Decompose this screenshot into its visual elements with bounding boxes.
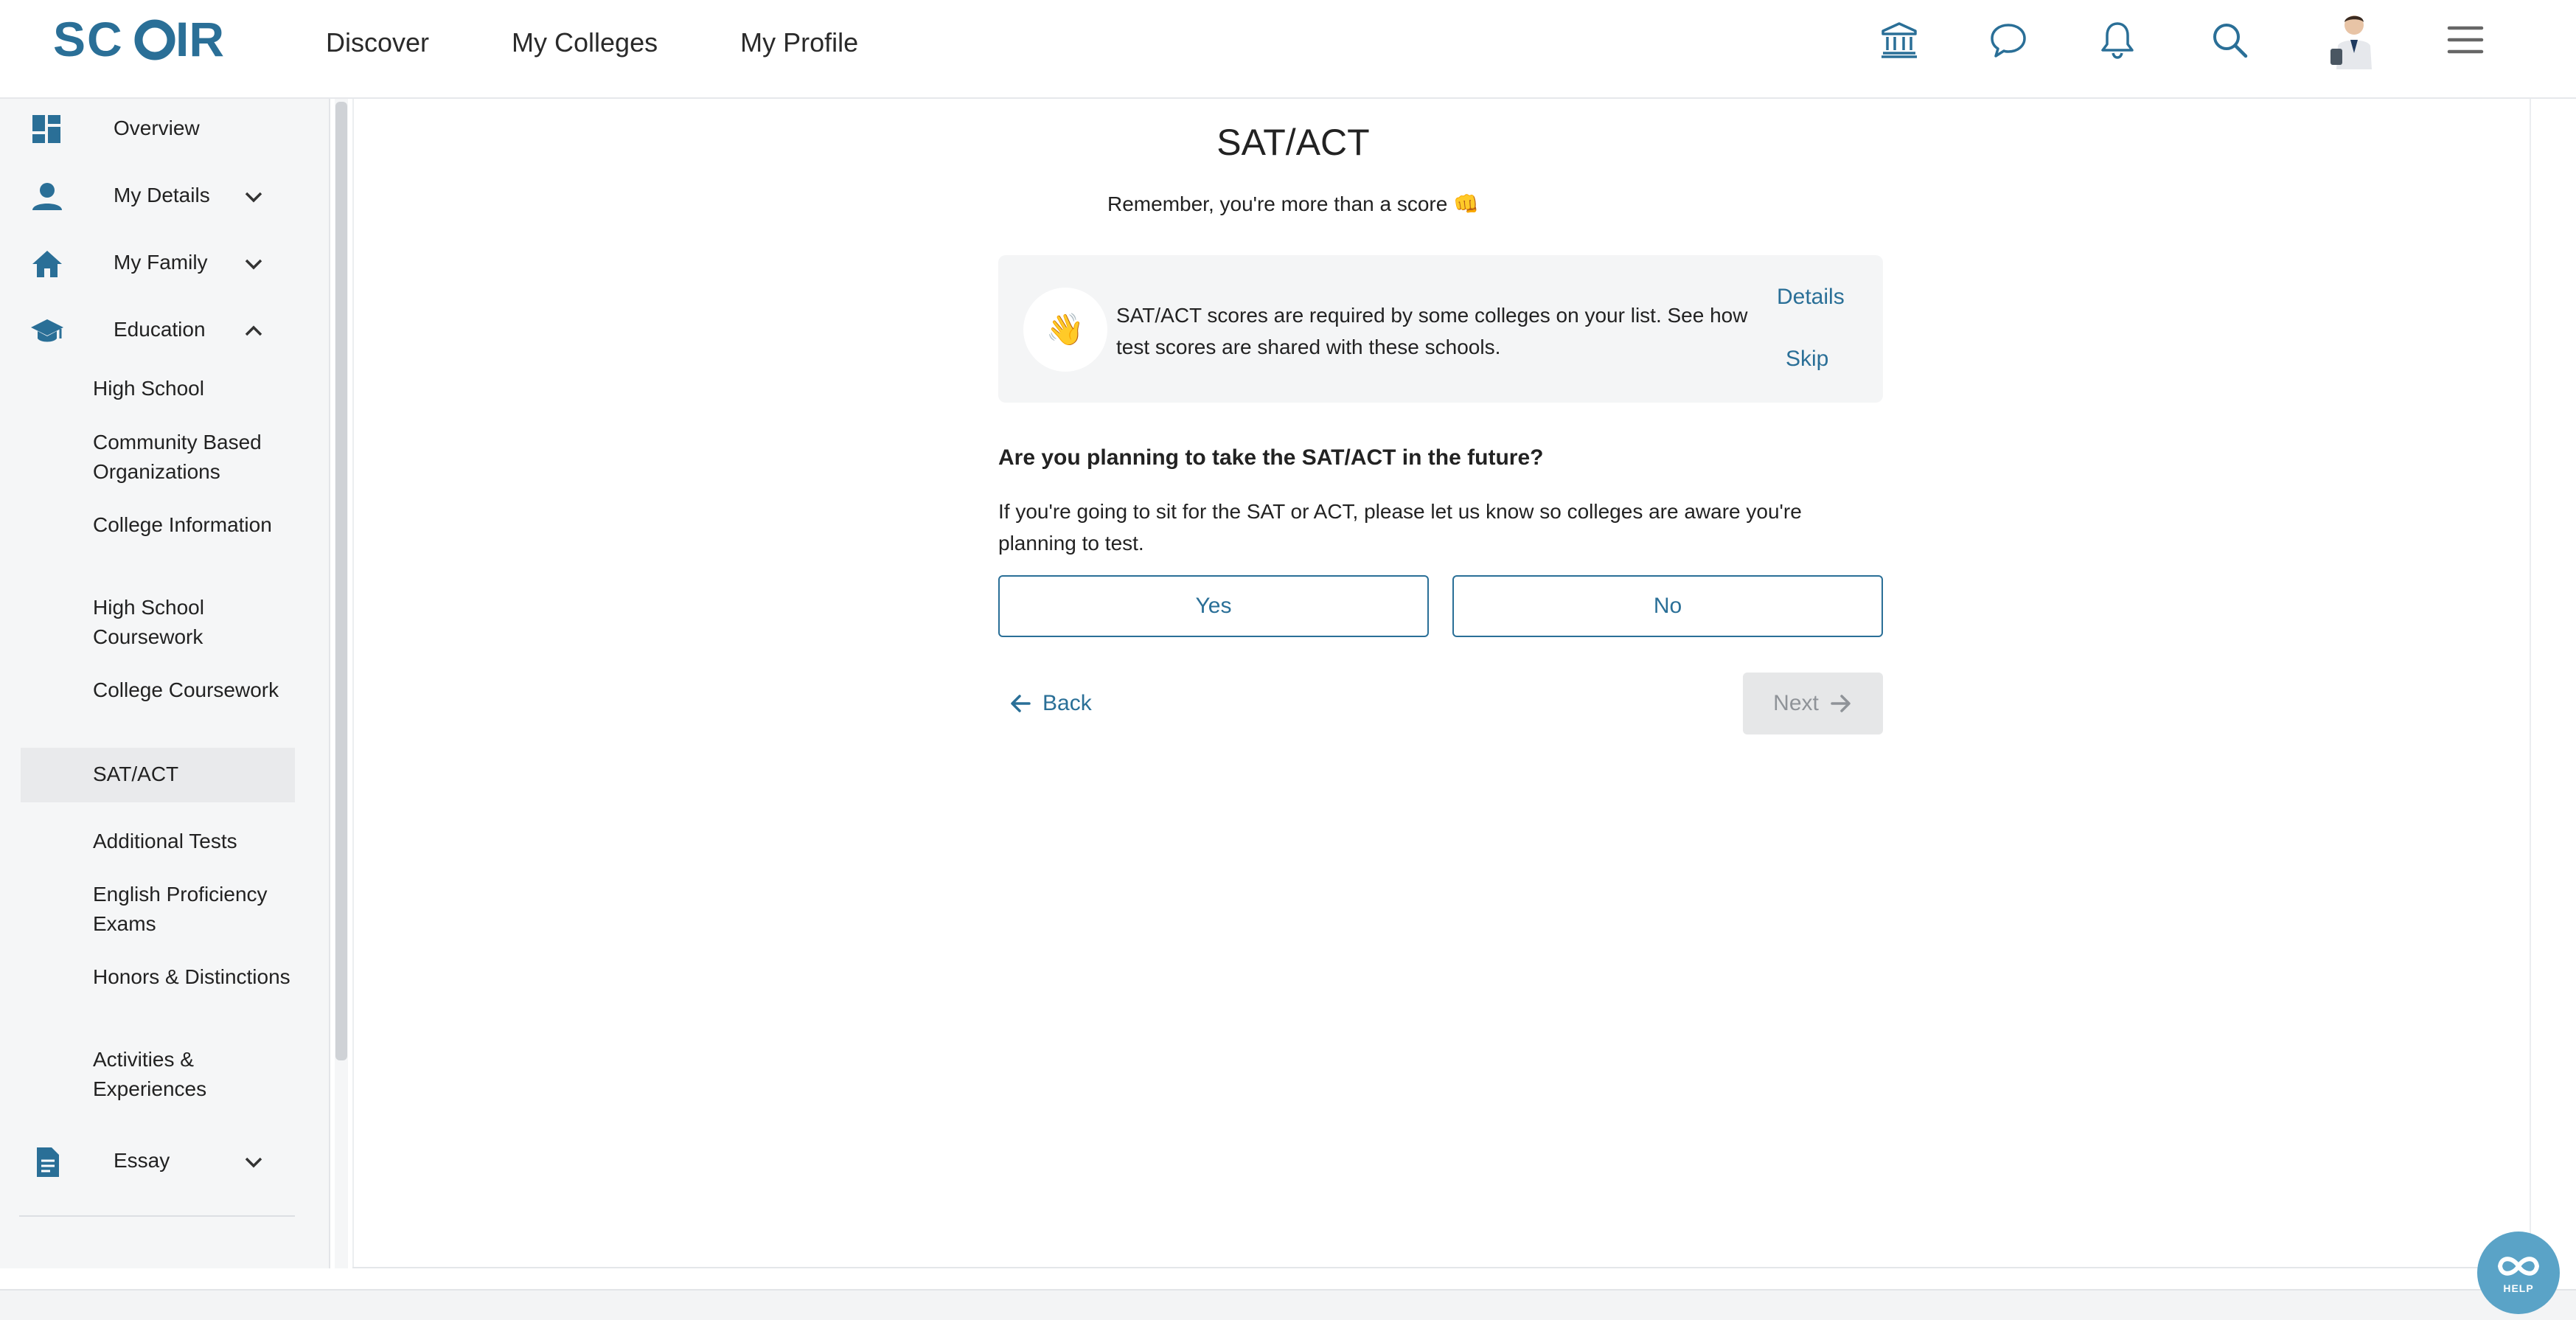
sidebar-item-my-details[interactable]: My Details [0, 169, 330, 222]
no-button[interactable]: No [1452, 575, 1883, 637]
content-bottom-border [352, 1267, 2531, 1268]
waving-hand-icon: 👋 [1023, 288, 1107, 372]
chevron-down-icon[interactable] [242, 1150, 265, 1174]
sidebar-item-essay[interactable]: Essay [0, 1134, 330, 1187]
back-button[interactable]: Back [1009, 689, 1092, 718]
back-label: Back [1042, 691, 1092, 715]
search-icon[interactable] [2209, 19, 2250, 60]
sidebar-item-label: My Details [114, 184, 210, 206]
sidebar-scrollbar-thumb[interactable] [335, 102, 347, 1060]
primary-nav: Discover My Colleges My Profile [326, 0, 941, 86]
details-link[interactable]: Details [1777, 285, 1845, 310]
arrow-right-icon [1831, 695, 1851, 712]
arrow-left-icon [1011, 695, 1031, 712]
sidebar-subitem-community-based-organizations[interactable]: Community Based Organizations [21, 428, 295, 487]
sidebar-subitem-high-school-coursework[interactable]: High School Coursework [21, 593, 295, 652]
nav-my-colleges[interactable]: My Colleges [512, 27, 658, 58]
sidebar-item-overview[interactable]: Overview [0, 102, 330, 155]
person-icon [32, 183, 62, 210]
sidebar-subitem-high-school[interactable]: High School [21, 374, 295, 403]
menu-icon[interactable] [2445, 19, 2486, 60]
top-navigation-bar: SC IR Discover My Colleges My Profile [0, 0, 2576, 99]
sidebar-item-label: My Family [114, 251, 208, 274]
info-callout: 👋 SAT/ACT scores are required by some co… [998, 255, 1883, 403]
sidebar-subitem-honors-distinctions[interactable]: Honors & Distinctions [21, 962, 295, 992]
svg-text:IR: IR [175, 16, 224, 63]
next-label: Next [1773, 691, 1819, 715]
help-bubble[interactable]: HELP [2477, 1232, 2560, 1314]
sidebar-item-my-family[interactable]: My Family [0, 236, 330, 289]
institution-icon[interactable] [1879, 19, 1920, 60]
home-icon [32, 251, 62, 277]
sidebar-divider [19, 1215, 295, 1217]
dashboard-icon [32, 115, 60, 143]
skip-link[interactable]: Skip [1786, 347, 1828, 372]
document-icon [37, 1147, 59, 1177]
nav-my-profile[interactable]: My Profile [740, 27, 858, 58]
infinity-icon [2497, 1257, 2540, 1276]
sidebar-item-label: Essay [114, 1149, 170, 1172]
avatar[interactable] [2326, 9, 2381, 69]
help-label: HELP [2503, 1282, 2534, 1294]
profile-sidebar: Overview My Details My Family Education … [0, 99, 330, 1268]
sidebar-subitem-english-proficiency-exams[interactable]: English Proficiency Exams [21, 880, 295, 939]
chevron-up-icon[interactable] [242, 319, 265, 343]
chat-icon[interactable] [1988, 19, 2029, 60]
sidebar-subitem-college-information[interactable]: College Information [21, 510, 295, 540]
sidebar-item-label: Overview [114, 117, 200, 139]
page-footer [0, 1289, 2576, 1320]
bell-icon[interactable] [2097, 19, 2138, 60]
sidebar-item-education[interactable]: Education [0, 303, 330, 356]
chevron-down-icon[interactable] [242, 185, 265, 209]
sidebar-subitem-additional-tests[interactable]: Additional Tests [21, 827, 295, 856]
sidebar-subitem-college-coursework[interactable]: College Coursework [21, 675, 295, 705]
question-heading: Are you planning to take the SAT/ACT in … [998, 445, 1544, 470]
sidebar-subitem-activities-experiences[interactable]: Activities & Experiences [21, 1045, 295, 1104]
yes-button[interactable]: Yes [998, 575, 1429, 637]
page-subtitle: Remember, you're more than a score 👊 [1107, 192, 1479, 215]
graduation-cap-icon [31, 319, 63, 342]
sidebar-subitem-sat-act[interactable]: SAT/ACT [21, 748, 295, 802]
sidebar-item-label: Education [114, 318, 206, 341]
scoir-logo[interactable]: SC IR [53, 16, 245, 63]
nav-discover[interactable]: Discover [326, 27, 429, 58]
next-button[interactable]: Next [1743, 673, 1883, 734]
question-help-text: If you're going to sit for the SAT or AC… [998, 500, 1802, 555]
svg-text:SC: SC [53, 16, 124, 63]
info-text: SAT/ACT scores are required by some coll… [1116, 304, 1748, 358]
chevron-down-icon[interactable] [242, 252, 265, 276]
page-title: SAT/ACT [1216, 122, 1370, 163]
